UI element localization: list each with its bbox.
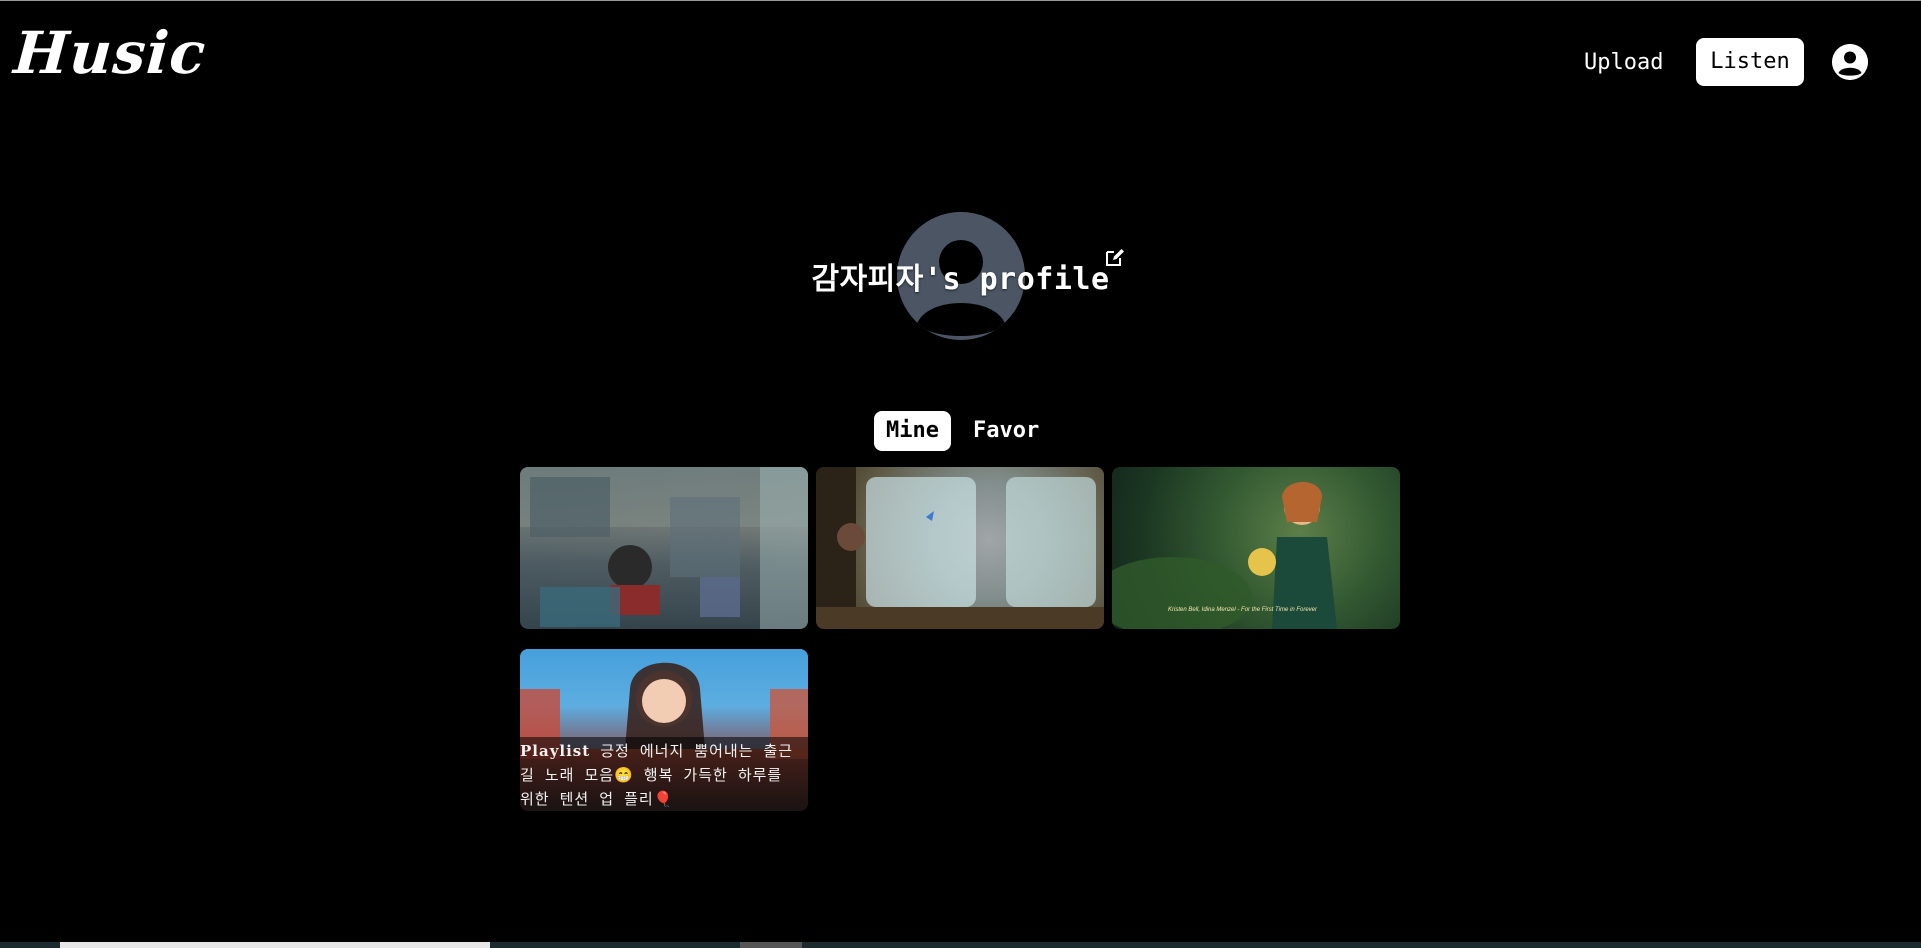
playlist-tag: Playlist: [520, 742, 591, 760]
music-card[interactable]: [816, 467, 1104, 629]
account-menu-button[interactable]: [1832, 44, 1868, 80]
card-thumbnail: [816, 467, 1104, 629]
music-card[interactable]: [520, 467, 808, 629]
upload-link[interactable]: Upload: [1584, 44, 1663, 82]
bottom-strip-segment: [60, 942, 490, 948]
profile-tabs: Mine Favor: [874, 411, 1051, 451]
card-thumbnail: [1112, 467, 1400, 629]
profile-title: 감자피자's profile: [811, 262, 1110, 297]
tab-mine[interactable]: Mine: [874, 411, 951, 451]
card-caption: Kristen Bell, Idina Menzel - For the Fir…: [1168, 607, 1317, 613]
logo[interactable]: Husic: [12, 19, 209, 87]
music-card[interactable]: Playlist 긍정 에너지 뿜어내는 출근길 노래 모음😁 행복 가득한 하…: [520, 649, 808, 811]
user-circle-icon: [1832, 44, 1868, 80]
bottom-strip-segment: [740, 942, 802, 948]
top-border: [0, 0, 1921, 1]
tab-favor[interactable]: Favor: [961, 411, 1051, 451]
music-card[interactable]: Kristen Bell, Idina Menzel - For the Fir…: [1112, 467, 1400, 629]
edit-icon: [1106, 249, 1124, 266]
card-overlay: Playlist 긍정 에너지 뿜어내는 출근길 노래 모음😁 행복 가득한 하…: [520, 737, 808, 811]
listen-button[interactable]: Listen: [1696, 38, 1804, 86]
edit-profile-button[interactable]: [1104, 246, 1126, 268]
card-thumbnail: [520, 467, 808, 629]
bottom-strip: [0, 942, 1921, 948]
music-grid: Kristen Bell, Idina Menzel - For the Fir…: [520, 467, 1400, 811]
